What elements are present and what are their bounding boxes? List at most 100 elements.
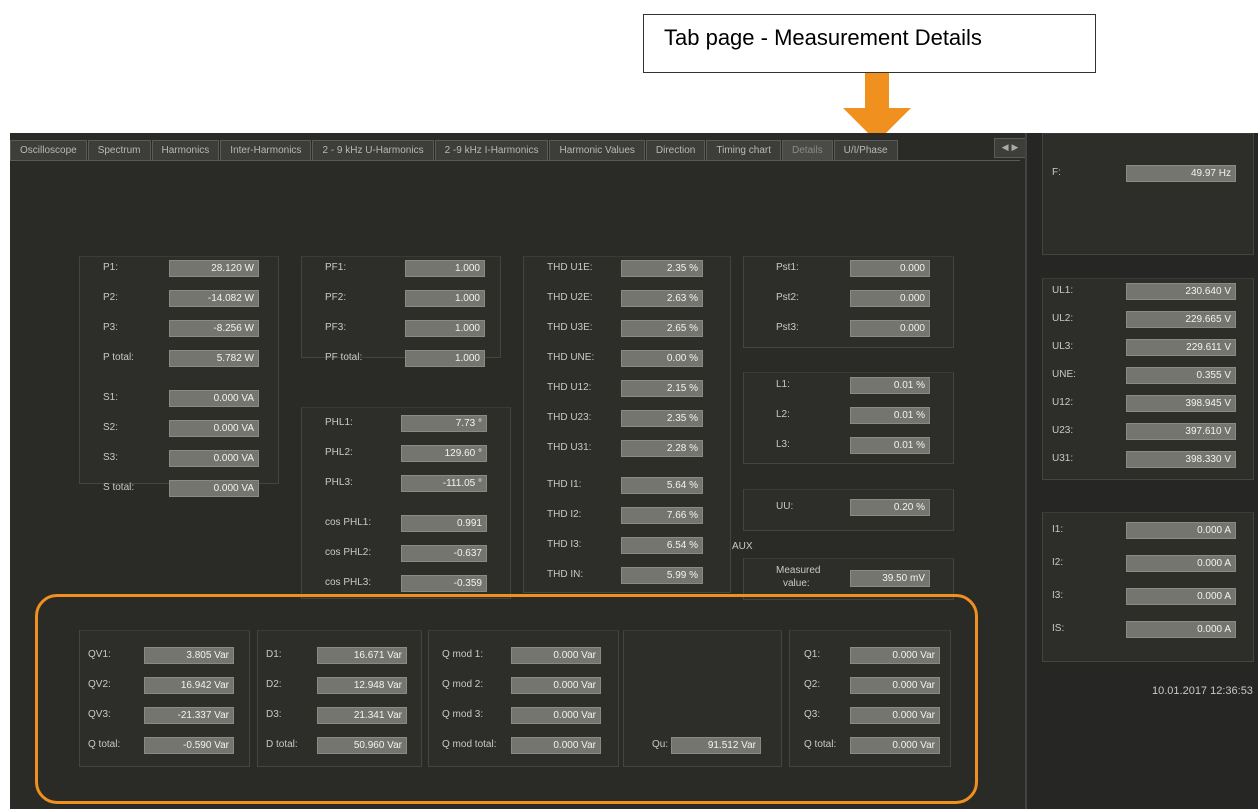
callout-box: Tab page - Measurement Details — [643, 14, 1096, 73]
voltage-value: 230.640 V — [1126, 283, 1236, 300]
tab-i-harmonics-2-9khz[interactable]: 2 -9 kHz I-Harmonics — [434, 140, 549, 160]
phase_angle-label: cos PHL1: — [325, 517, 372, 528]
ripple-value: 0.01 % — [850, 377, 930, 394]
current-label: I3: — [1052, 590, 1064, 601]
current-value: 0.000 A — [1126, 621, 1236, 638]
tab-oscilloscope[interactable]: Oscilloscope — [10, 140, 87, 160]
voltage-label: UL2: — [1052, 313, 1074, 324]
phase_angle-value: 0.991 — [401, 515, 487, 532]
tab-direction[interactable]: Direction — [645, 140, 706, 160]
phase_angle-label: PHL1: — [325, 417, 353, 428]
voltage-label: UL1: — [1052, 285, 1074, 296]
power-label: S total: — [103, 482, 135, 493]
flicker-label: Pst3: — [776, 322, 799, 333]
tab-scroll-buttons[interactable]: ◀ ▶ — [994, 138, 1026, 158]
voltage-label: U12: — [1052, 397, 1074, 408]
thd-value: 6.54 % — [621, 537, 703, 554]
power-value: 0.000 VA — [169, 390, 259, 407]
tab-u-harmonics-2-9khz[interactable]: 2 - 9 kHz U-Harmonics — [312, 140, 434, 160]
phase_angle-label: PHL3: — [325, 477, 353, 488]
power-value: -8.256 W — [169, 320, 259, 337]
power_factor-value: 1.000 — [405, 320, 485, 337]
thd-label: THD IN: — [547, 569, 584, 580]
power-label: P1: — [103, 262, 119, 273]
symetrie-label: UU: — [776, 501, 794, 512]
thd-label: THD UNE: — [547, 352, 595, 363]
power-label: P3: — [103, 322, 119, 333]
phase_angle-value: 7.73 ° — [401, 415, 487, 432]
current-label: I2: — [1052, 557, 1064, 568]
chevron-right-icon[interactable]: ▶ — [1011, 143, 1018, 153]
tab-inter-harmonics[interactable]: Inter-Harmonics — [220, 140, 312, 160]
summary-panel: F: 49.97 Hz UL1: 230.640 V UL2: 229.665 V UL3:… — [1025, 133, 1258, 809]
ripple-label: L2: — [776, 409, 790, 420]
phase_angle-label: PHL2: — [325, 447, 353, 458]
voltage-value: 0.355 V — [1126, 367, 1236, 384]
freq-box-0 — [1042, 133, 1254, 255]
power-value: 5.782 W — [169, 350, 259, 367]
voltage-label: UNE: — [1052, 369, 1076, 380]
power_factor-value: 1.000 — [405, 290, 485, 307]
power-label: P2: — [103, 292, 119, 303]
voltage-value: 398.945 V — [1126, 395, 1236, 412]
flicker-value: 0.000 — [850, 260, 930, 277]
voltage-label: U31: — [1052, 453, 1074, 464]
power-value: 0.000 VA — [169, 450, 259, 467]
aux-label-line1: Measured — [776, 565, 821, 576]
phase_angle-value: -111.05 ° — [401, 475, 487, 492]
phase_angle-box-0 — [301, 407, 511, 599]
thd-value: 2.15 % — [621, 380, 703, 397]
phase_angle-label: cos PHL3: — [325, 577, 372, 588]
thd-value: 2.63 % — [621, 290, 703, 307]
flicker-label: Pst2: — [776, 292, 799, 303]
ripple-value: 0.01 % — [850, 437, 930, 454]
chevron-left-icon[interactable]: ◀ — [1002, 143, 1009, 153]
thd-value: 2.35 % — [621, 410, 703, 427]
tab-details[interactable]: Details — [782, 140, 833, 160]
tab-timing-chart[interactable]: Timing chart — [706, 140, 782, 160]
current-value: 0.000 A — [1126, 588, 1236, 605]
tab-spectrum[interactable]: Spectrum — [87, 140, 151, 160]
power_factor-label: PF total: — [325, 352, 363, 363]
phase_angle-value: -0.359 — [401, 575, 487, 592]
voltage-value: 397.610 V — [1126, 423, 1236, 440]
power-value: 0.000 VA — [169, 420, 259, 437]
thd-value: 2.28 % — [621, 440, 703, 457]
freq-value: 49.97 Hz — [1126, 165, 1236, 182]
flicker-label: Pst1: — [776, 262, 799, 273]
tab-harmonics[interactable]: Harmonics — [151, 140, 220, 160]
current-value: 0.000 A — [1126, 522, 1236, 539]
thd-label: THD U23: — [547, 412, 592, 423]
voltage-label: U23: — [1052, 425, 1074, 436]
power_factor-label: PF1: — [325, 262, 347, 273]
thd-label: THD I3: — [547, 539, 582, 550]
aux-label-line2: value: — [783, 578, 810, 589]
thd-value: 7.66 % — [621, 507, 703, 524]
aux-title: AUX — [732, 541, 753, 552]
tab-harmonic-values[interactable]: Harmonic Values — [549, 140, 645, 160]
voltage-value: 229.611 V — [1126, 339, 1236, 356]
tab-u-i-phase[interactable]: U/I/Phase — [833, 140, 898, 160]
tab-bar: Oscilloscope Spectrum Harmonics Inter-Ha… — [10, 140, 899, 160]
power-value: 0.000 VA — [169, 480, 259, 497]
power_factor-label: PF3: — [325, 322, 347, 333]
power_factor-label: PF2: — [325, 292, 347, 303]
symetrie-value: 0.20 % — [850, 499, 930, 516]
thd-label: THD U1E: — [547, 262, 593, 273]
current-value: 0.000 A — [1126, 555, 1236, 572]
flicker-value: 0.000 — [850, 290, 930, 307]
phase_angle-label: cos PHL2: — [325, 547, 372, 558]
voltage-label: UL3: — [1052, 341, 1074, 352]
voltage-value: 229.665 V — [1126, 311, 1236, 328]
thd-label: THD U12: — [547, 382, 592, 393]
highlight-reactive-power — [35, 594, 978, 804]
aux-value: 39.50 mV — [850, 570, 930, 587]
power-value: 28.120 W — [169, 260, 259, 277]
thd-label: THD U2E: — [547, 292, 593, 303]
timestamp: 10.01.2017 12:36:53 — [1152, 685, 1253, 697]
thd-value: 5.64 % — [621, 477, 703, 494]
ripple-label: L3: — [776, 439, 790, 450]
thd-label: THD U31: — [547, 442, 592, 453]
current-label: I1: — [1052, 524, 1064, 535]
callout-text: Tab page - Measurement Details — [664, 25, 982, 50]
